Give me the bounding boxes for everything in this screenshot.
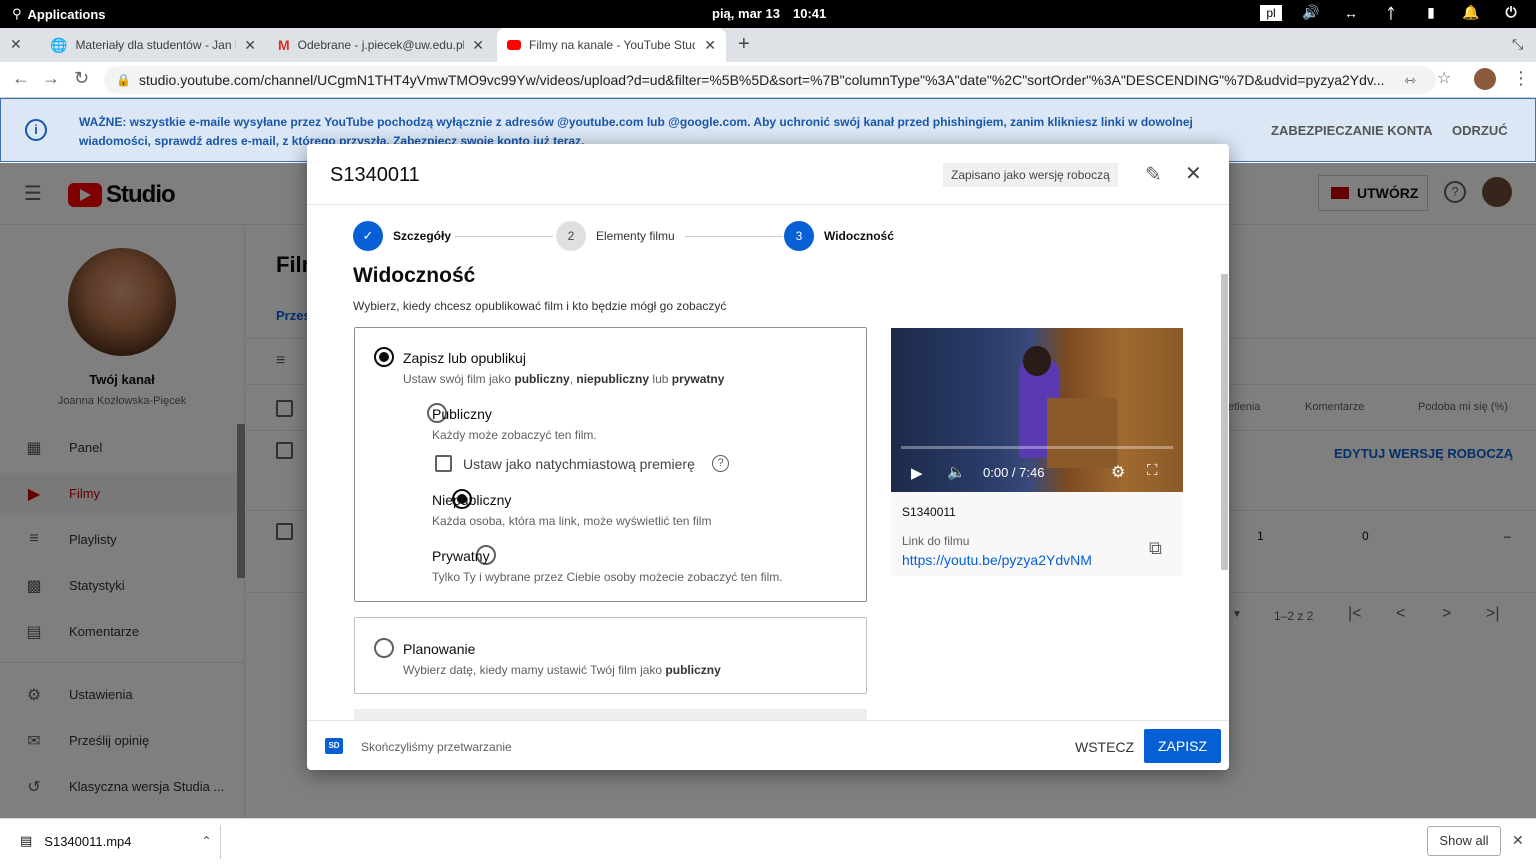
battery-icon[interactable]: ▮: [1420, 4, 1442, 21]
reload-icon[interactable]: ↻: [74, 68, 89, 89]
url-field[interactable]: 🔒 studio.youtube.com/channel/UCgmN1THT4y…: [104, 66, 1436, 94]
new-tab-icon[interactable]: +: [738, 33, 750, 56]
premiere-label: Ustaw jako natychmiastową premierę: [463, 456, 695, 472]
step-details[interactable]: ✓ Szczegóły: [353, 221, 451, 251]
applications-label: Applications: [27, 6, 106, 22]
file-icon: ▤: [20, 833, 33, 848]
divider: [307, 720, 1229, 721]
processing-status: Skończyliśmy przetwarzanie: [361, 740, 512, 754]
upload-dialog: S1340011 Zapisano jako wersję roboczą ✎ …: [307, 144, 1229, 770]
star-icon[interactable]: ☆: [1437, 68, 1451, 88]
gmail-icon: M: [278, 37, 290, 53]
public-title: Publiczny: [432, 406, 492, 422]
keyboard-layout[interactable]: pl: [1260, 4, 1282, 21]
info-icon: i: [25, 119, 47, 141]
private-desc: Tylko Ty i wybrane przez Ciebie osoby mo…: [432, 570, 783, 584]
save-publish-radio[interactable]: [374, 347, 394, 367]
restore-icon[interactable]: ⤡: [1512, 36, 1523, 53]
forward-icon[interactable]: →: [42, 68, 60, 89]
speaker-head: [1023, 346, 1051, 376]
chevron-up-icon[interactable]: ⌃: [202, 834, 212, 848]
copy-icon[interactable]: ⧉: [1149, 538, 1162, 559]
secure-account-button[interactable]: ZABEZPIECZANIE KONTA: [1271, 123, 1433, 138]
premiere-checkbox[interactable]: [435, 455, 452, 472]
download-filename: S1340011.mp4: [44, 833, 132, 849]
search-icon: ⚲: [12, 6, 22, 21]
schedule-desc: Wybierz datę, kiedy mamy ustawić Twój fi…: [403, 663, 721, 677]
schedule-title: Planowanie: [403, 641, 476, 657]
close-icon[interactable]: ✕: [10, 36, 22, 53]
url-text: studio.youtube.com/channel/UCgmN1THT4yVm…: [138, 72, 1385, 88]
time-label[interactable]: 10:41: [793, 6, 826, 21]
address-bar-row: ← → ↻ 🔒 studio.youtube.com/channel/UCgmN…: [0, 62, 1536, 98]
visibility-subtitle: Wybierz, kiedy chcesz opublikować film i…: [353, 299, 727, 313]
lectern: [1047, 398, 1117, 468]
download-bar: ▤ S1340011.mp4 ⌃ Show all ✕: [0, 818, 1536, 864]
tab-close-icon[interactable]: ✕: [472, 37, 484, 54]
step-visibility[interactable]: 3 Widoczność: [784, 221, 894, 251]
check-icon: ✓: [353, 221, 383, 251]
save-publish-desc: Ustaw swój film jako publiczny, niepubli…: [403, 372, 725, 386]
date-label[interactable]: pią, mar 13: [712, 6, 780, 21]
power-icon[interactable]: ⏻: [1500, 4, 1522, 21]
unlisted-desc: Każda osoba, która ma link, może wyświet…: [432, 514, 712, 528]
tab-youtube-studio[interactable]: Filmy na kanale - YouTube Studi ✕: [497, 28, 726, 62]
bluetooth-icon[interactable]: ᛏ: [1380, 5, 1402, 21]
schedule-radio[interactable]: [374, 638, 394, 658]
youtube-icon: [507, 40, 521, 50]
tab-close-icon[interactable]: ✕: [244, 37, 256, 54]
os-top-bar: ⚲ Applications pią, mar 13 10:41 pl 🔊 ↔ …: [0, 0, 1536, 28]
save-publish-card: Zapisz lub opublikuj Ustaw swój film jak…: [354, 327, 867, 602]
dialog-title: S1340011: [330, 164, 420, 186]
step-connector: [685, 236, 783, 237]
profile-avatar[interactable]: [1474, 68, 1496, 90]
help-icon[interactable]: ?: [712, 455, 729, 472]
close-dialog-icon[interactable]: ✕: [1185, 161, 1202, 186]
tab-materials[interactable]: 🌐 Materiały dla studentów - Jan Ko ✕: [40, 28, 266, 62]
translate-icon[interactable]: ⇿: [1404, 72, 1416, 89]
divider: [220, 825, 221, 859]
network-icon[interactable]: ↔: [1340, 5, 1362, 21]
schedule-card: Planowanie Wybierz datę, kiedy mamy usta…: [354, 617, 867, 694]
sd-badge-icon: SD: [325, 738, 343, 754]
tab-gmail[interactable]: M Odebrane - j.piecek@uw.edu.pl ✕: [268, 28, 494, 62]
video-player[interactable]: ▶ 🔈 0:00 / 7:46 ⚙ ⛶: [891, 328, 1183, 492]
close-icon[interactable]: ✕: [1512, 832, 1524, 849]
back-icon[interactable]: ←: [12, 68, 30, 89]
video-time: 0:00 / 7:46: [983, 465, 1045, 480]
private-title: Prywatny: [432, 548, 490, 564]
divider: [307, 204, 1229, 205]
video-preview-card: ▶ 🔈 0:00 / 7:46 ⚙ ⛶ S1340011 Link do fil…: [891, 328, 1183, 576]
volume-icon[interactable]: 🔊: [1300, 4, 1322, 21]
step-elements[interactable]: 2 Elementy filmu: [556, 221, 675, 251]
applications-menu[interactable]: ⚲ Applications: [12, 6, 106, 22]
gear-icon[interactable]: ⚙: [1111, 462, 1125, 482]
notification-icon[interactable]: 🔔: [1460, 4, 1482, 21]
dismiss-button[interactable]: ODRZUĆ: [1452, 123, 1508, 138]
save-button[interactable]: ZAPISZ: [1144, 729, 1221, 763]
save-publish-title: Zapisz lub opublikuj: [403, 350, 526, 366]
globe-icon: 🌐: [50, 36, 68, 53]
classic-studio-icon[interactable]: ✎: [1145, 162, 1162, 187]
seek-bar[interactable]: [901, 446, 1173, 449]
video-link-label: Link do filmu: [902, 534, 970, 548]
visibility-heading: Widoczność: [353, 264, 476, 287]
download-item[interactable]: ▤ S1340011.mp4 ⌃: [20, 833, 212, 849]
unlisted-title: Niepubliczny: [432, 492, 512, 508]
public-desc: Każdy może zobaczyć ten film.: [432, 428, 597, 442]
step-connector: [455, 236, 553, 237]
fullscreen-icon[interactable]: ⛶: [1147, 462, 1158, 479]
browser-tab-bar: ✕ 🌐 Materiały dla studentów - Jan Ko ✕ M…: [0, 28, 1536, 62]
menu-dots-icon[interactable]: ⋮: [1512, 68, 1530, 89]
show-all-button[interactable]: Show all: [1427, 826, 1501, 856]
tab-close-icon[interactable]: ✕: [704, 37, 716, 54]
video-filename: S1340011: [902, 505, 956, 519]
dialog-scrollbar[interactable]: [1221, 274, 1228, 570]
saved-draft-chip: Zapisano jako wersję roboczą: [943, 163, 1118, 187]
back-button[interactable]: WSTECZ: [1075, 739, 1134, 755]
lock-icon: 🔒: [116, 73, 131, 87]
video-link[interactable]: https://youtu.be/pyzya2YdvNM: [902, 552, 1092, 568]
play-icon[interactable]: ▶: [911, 464, 923, 482]
volume-icon[interactable]: 🔈: [947, 463, 966, 481]
